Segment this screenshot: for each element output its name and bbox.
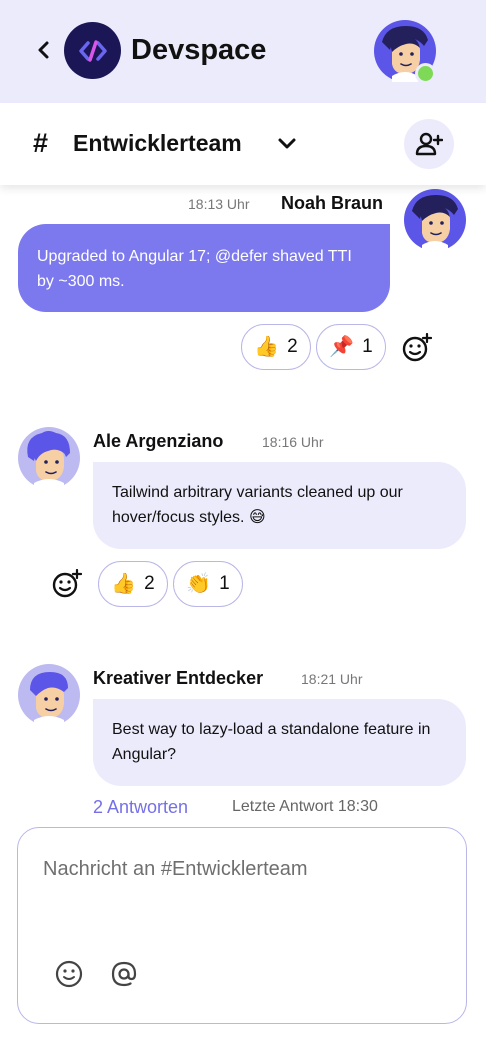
thumbs-up-icon: 👍 <box>111 573 137 595</box>
back-button[interactable] <box>30 36 58 64</box>
app-title: Devspace <box>131 34 267 66</box>
add-reaction-icon[interactable] <box>52 568 83 599</box>
message-input[interactable] <box>43 858 443 881</box>
reaction-thumbs-up[interactable]: 👍 2 <box>241 324 311 370</box>
message-author[interactable]: Ale Argenziano <box>93 429 223 453</box>
message-time: 18:13 Uhr <box>188 196 250 212</box>
message-author[interactable]: Noah Braun <box>281 191 383 215</box>
message-composer <box>17 827 467 1024</box>
thumbs-up-icon: 👍 <box>254 336 280 358</box>
message-bubble: Best way to lazy-load a standalone featu… <box>93 699 466 786</box>
emoji-icon[interactable] <box>54 959 84 989</box>
message-time: 18:21 Uhr <box>301 671 363 687</box>
online-status-badge <box>415 63 436 84</box>
thread-replies-link[interactable]: 2 Antworten <box>93 795 188 819</box>
clapping-hands-icon: 👏 <box>186 573 212 595</box>
avatar-person-icon <box>404 189 466 251</box>
app-logo <box>64 22 121 79</box>
avatar-person-icon <box>18 427 80 489</box>
chevron-left-icon <box>38 41 49 59</box>
message-author[interactable]: Kreativer Entdecker <box>93 666 263 690</box>
reaction-count: 2 <box>144 573 155 594</box>
message-time: 18:16 Uhr <box>262 434 324 450</box>
reaction-count: 2 <box>287 336 298 357</box>
chevron-down-icon[interactable] <box>274 130 300 156</box>
add-reaction-icon[interactable] <box>402 332 433 363</box>
reaction-pin[interactable]: 📌 1 <box>316 324 386 370</box>
add-member-button[interactable] <box>404 119 454 169</box>
thread-last-reply: Letzte Antwort 18:30 <box>232 798 378 815</box>
code-logo-icon <box>78 39 107 62</box>
reaction-clap[interactable]: 👏 1 <box>173 561 243 607</box>
channel-hash-icon: # <box>33 128 49 158</box>
reaction-count: 1 <box>362 336 373 357</box>
reaction-count: 1 <box>219 573 230 594</box>
mention-icon[interactable] <box>109 959 139 989</box>
message-bubble: Upgraded to Angular 17; @defer shaved TT… <box>18 224 390 312</box>
message-bubble: Tailwind arbitrary variants cleaned up o… <box>93 462 466 549</box>
avatar[interactable] <box>18 427 80 489</box>
avatar[interactable] <box>18 664 80 726</box>
channel-name[interactable]: Entwicklerteam <box>73 127 242 159</box>
user-plus-icon <box>415 132 443 156</box>
avatar-person-icon <box>18 664 80 726</box>
avatar[interactable] <box>404 189 466 251</box>
reaction-thumbs-up[interactable]: 👍 2 <box>98 561 168 607</box>
pushpin-icon: 📌 <box>329 336 355 358</box>
